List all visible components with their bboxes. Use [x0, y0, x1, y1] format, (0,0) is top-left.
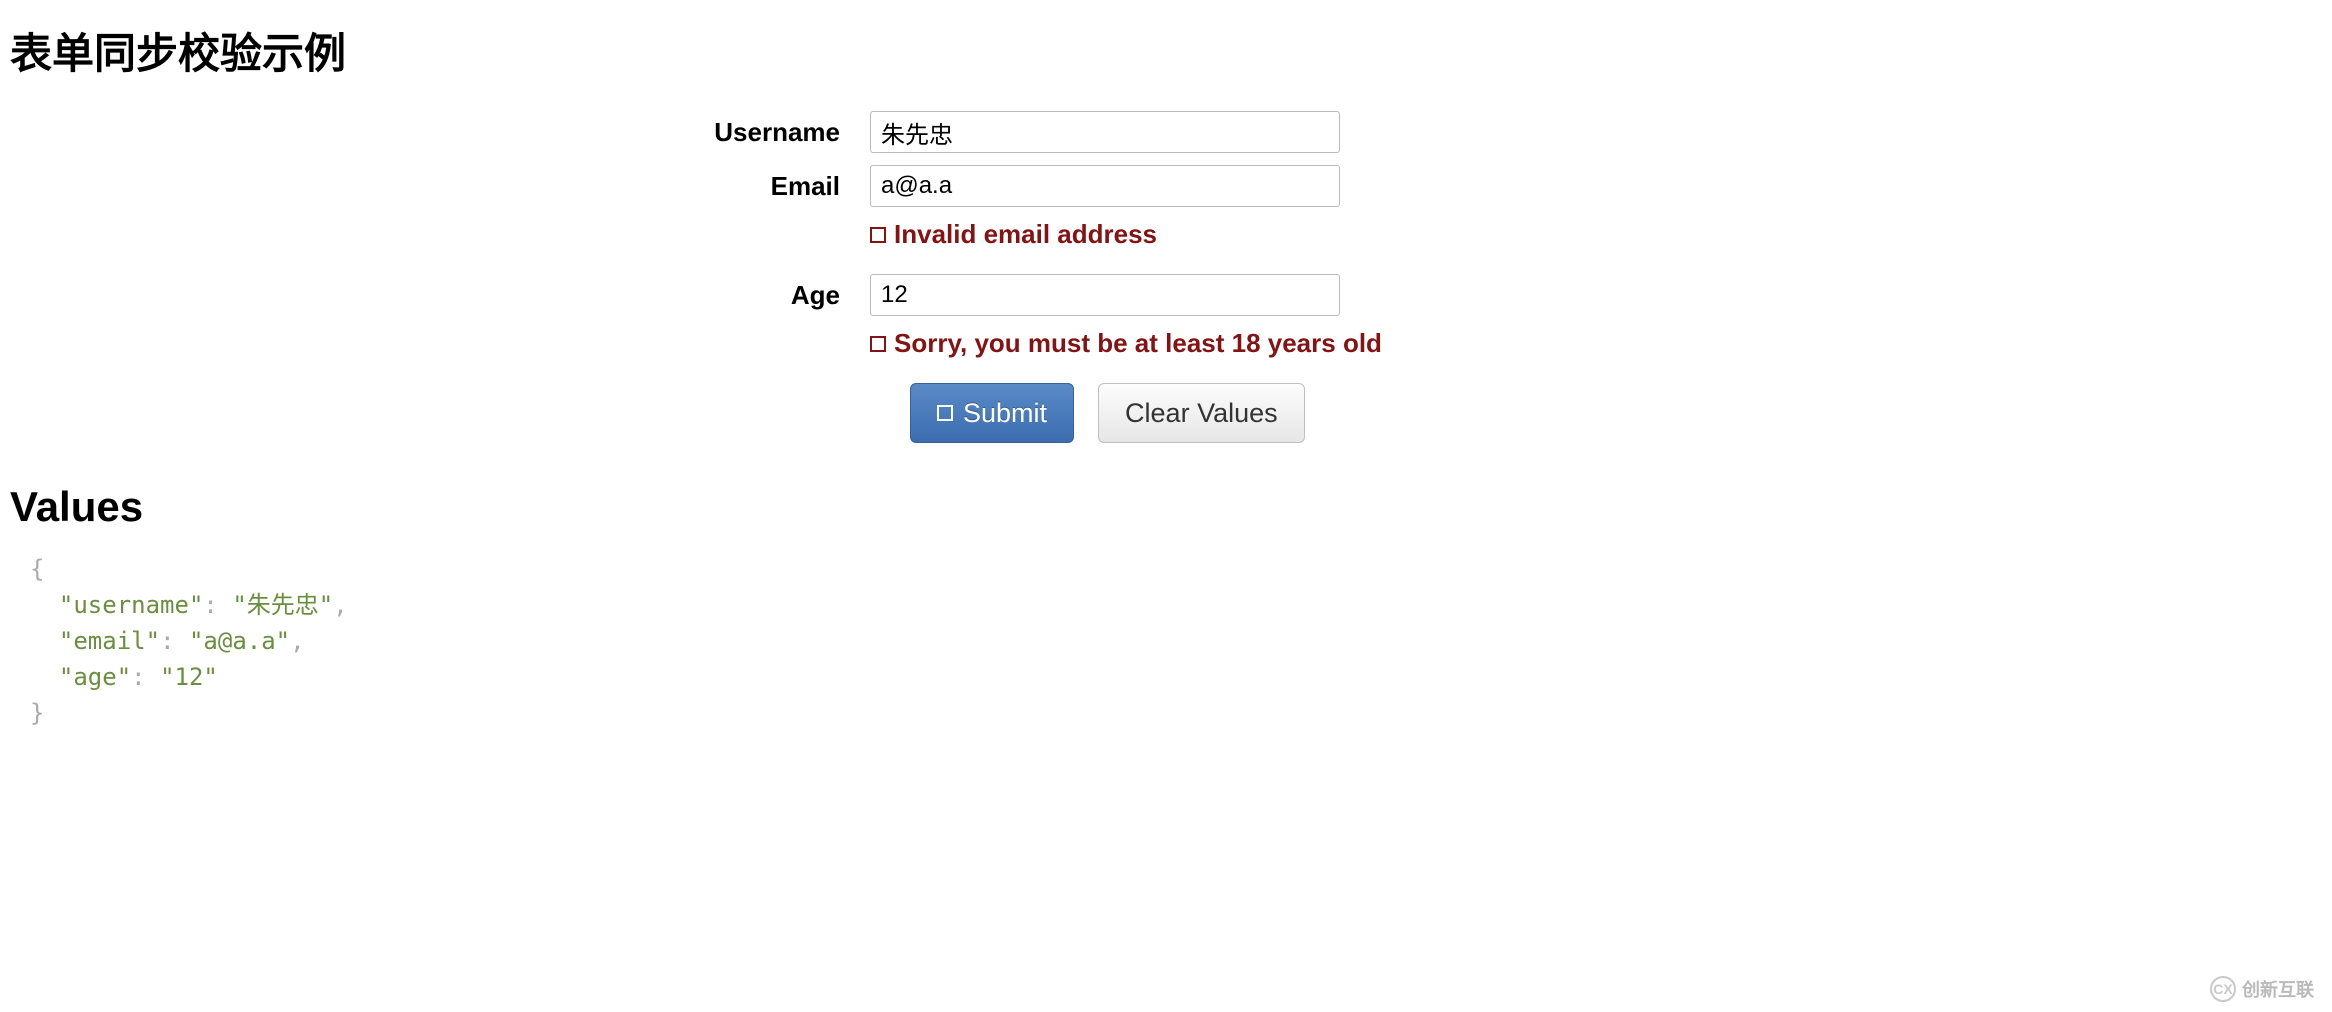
- username-label: Username: [10, 117, 870, 148]
- age-error-text: Sorry, you must be at least 18 years old: [894, 328, 1382, 359]
- values-json-display: { "username": "朱先忠", "email": "a@a.a", "…: [10, 551, 2322, 731]
- submit-button[interactable]: Submit: [910, 383, 1074, 443]
- watermark: CX 创新互联: [2210, 976, 2314, 1002]
- form-row-age: Age: [10, 274, 2322, 316]
- email-error-row: Invalid email address: [10, 219, 2322, 250]
- values-heading: Values: [10, 483, 2322, 531]
- watermark-text: 创新互联: [2242, 976, 2314, 1002]
- submit-button-label: Submit: [963, 398, 1047, 429]
- error-icon: [870, 227, 886, 243]
- username-input[interactable]: [870, 111, 1340, 153]
- email-input[interactable]: [870, 165, 1340, 207]
- page-title: 表单同步校验示例: [10, 20, 2322, 81]
- json-age-value: "12": [160, 663, 218, 691]
- submit-icon: [937, 405, 953, 421]
- clear-values-button[interactable]: Clear Values: [1098, 383, 1305, 443]
- clear-button-label: Clear Values: [1125, 398, 1278, 429]
- form: Username Email Invalid email address Age…: [10, 111, 2322, 443]
- age-error-row: Sorry, you must be at least 18 years old: [10, 328, 2322, 359]
- email-label: Email: [10, 171, 870, 202]
- age-input[interactable]: [870, 274, 1340, 316]
- json-username-value: "朱先忠": [232, 591, 333, 619]
- email-error-text: Invalid email address: [894, 219, 1157, 250]
- error-icon: [870, 336, 886, 352]
- button-row: Submit Clear Values: [910, 383, 2322, 443]
- watermark-logo-icon: CX: [2210, 976, 2236, 1002]
- json-email-value: "a@a.a": [189, 627, 290, 655]
- form-row-email: Email: [10, 165, 2322, 207]
- age-error-message: Sorry, you must be at least 18 years old: [870, 328, 1382, 359]
- email-error-message: Invalid email address: [870, 219, 1157, 250]
- age-label: Age: [10, 280, 870, 311]
- form-row-username: Username: [10, 111, 2322, 153]
